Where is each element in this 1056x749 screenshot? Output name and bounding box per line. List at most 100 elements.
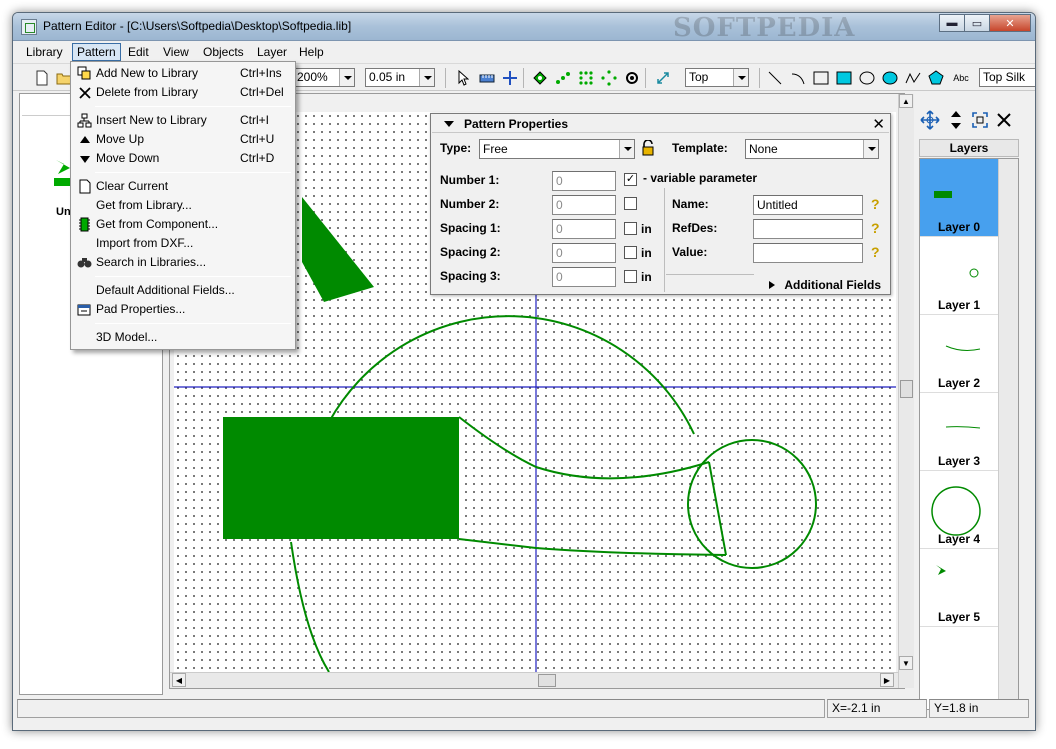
pad-round-icon[interactable]	[623, 69, 641, 87]
menu-library[interactable]: Library	[21, 43, 68, 61]
grid-value: 0.05 in	[369, 70, 406, 84]
number2-input[interactable]: 0	[552, 195, 616, 215]
crosshair-icon[interactable]	[501, 69, 519, 87]
collapse-triangle-icon[interactable]	[444, 121, 454, 127]
number1-input[interactable]: 0	[552, 171, 616, 191]
menu-item-get-from-library[interactable]: Get from Library...	[73, 196, 293, 215]
menu-item-pad-properties[interactable]: Pad Properties...	[73, 300, 293, 319]
scroll-right-icon[interactable]: ▶	[880, 673, 894, 687]
blank-page-icon	[77, 179, 92, 194]
maximize-button[interactable]: ▭	[964, 14, 990, 32]
spacing1-inch-checkbox[interactable]	[624, 222, 637, 235]
spacing1-input[interactable]: 0	[552, 219, 616, 239]
layer-item-3[interactable]: Layer 3	[920, 393, 998, 471]
upper-curve	[458, 416, 710, 480]
scroll-left-icon[interactable]: ◀	[172, 673, 186, 687]
close-icon: ✕	[1005, 17, 1015, 30]
menu-objects[interactable]: Objects	[198, 43, 249, 61]
spacing3-input[interactable]: 0	[552, 267, 616, 287]
template-label: Template:	[672, 141, 728, 155]
menu-edit[interactable]: Edit	[123, 43, 154, 61]
layer-select[interactable]: Top Silk	[979, 68, 1035, 87]
type-select[interactable]: Free	[479, 139, 635, 159]
binoculars-icon	[77, 255, 92, 270]
menu-item-clear-current[interactable]: Clear Current	[73, 177, 293, 196]
ellipse-tool-icon[interactable]	[858, 69, 876, 87]
name-input[interactable]: Untitled	[753, 195, 863, 215]
close-layers-icon[interactable]	[993, 109, 1015, 131]
name-help-icon[interactable]: ?	[871, 196, 880, 212]
polygon-tool-icon[interactable]	[927, 69, 945, 87]
menu-item-3d-model[interactable]: 3D Model...	[73, 328, 293, 347]
menu-item-import-from-dxf[interactable]: Import from DXF...	[73, 234, 293, 253]
menu-pattern[interactable]: Pattern	[72, 43, 121, 61]
pad-grid-icon[interactable]	[577, 69, 595, 87]
refdes-help-icon[interactable]: ?	[871, 220, 880, 236]
move-icon[interactable]	[919, 109, 941, 131]
grid-select[interactable]: 0.05 in	[365, 68, 435, 87]
side-value: Top	[689, 70, 709, 84]
close-button[interactable]: ✕	[989, 14, 1031, 32]
menu-layer[interactable]: Layer	[252, 43, 292, 61]
zoom-select[interactable]: 200%	[293, 68, 355, 87]
zoom-value: 200%	[297, 70, 328, 84]
menu-help[interactable]: Help	[294, 43, 329, 61]
pad-circle-icon[interactable]	[600, 69, 618, 87]
polyline-tool-icon[interactable]	[904, 69, 922, 87]
layer-item-2[interactable]: Layer 2	[920, 315, 998, 393]
connector-line	[708, 461, 727, 556]
pad-icon[interactable]	[531, 69, 549, 87]
menu-item-search-in-libraries[interactable]: Search in Libraries...	[73, 253, 293, 272]
layer-2-label: Layer 2	[937, 376, 981, 390]
menu-item-default-additional-fields[interactable]: Default Additional Fields...	[73, 281, 293, 300]
scroll-up-icon[interactable]: ▲	[899, 94, 913, 108]
resize-diagonal-icon[interactable]	[654, 69, 672, 87]
variable-parameter-checkbox[interactable]: ✓	[624, 173, 637, 186]
pad-line-icon[interactable]	[554, 69, 572, 87]
spacing2-input[interactable]: 0	[552, 243, 616, 263]
text-tool-icon[interactable]: Abc	[950, 69, 972, 87]
layer-item-0[interactable]: Layer 0	[920, 159, 998, 237]
layer-item-1[interactable]: Layer 1	[920, 237, 998, 315]
menu-item-delete-from-library[interactable]: Delete from Library Ctrl+Del	[73, 83, 293, 102]
title-bar: Pattern Editor - [C:\Users\Softpedia\Des…	[13, 13, 1035, 43]
horizontal-scrollbar[interactable]: ◀ ▶	[170, 672, 898, 688]
close-properties-icon[interactable]: ✕	[872, 115, 885, 133]
lock-icon[interactable]	[641, 139, 655, 159]
layer-item-4[interactable]: Layer 4	[920, 471, 998, 549]
menu-bar: Library Pattern Edit View Objects Layer …	[13, 42, 1035, 62]
number2-checkbox[interactable]	[624, 197, 637, 210]
arc-tool-icon[interactable]	[789, 69, 807, 87]
library-item-label[interactable]: Un	[56, 206, 71, 218]
menu-view[interactable]: View	[158, 43, 194, 61]
horizontal-scroll-thumb[interactable]	[538, 674, 556, 687]
spacing3-inch-checkbox[interactable]	[624, 270, 637, 283]
side-select[interactable]: Top	[685, 68, 749, 87]
value-input[interactable]	[753, 243, 863, 263]
menu-item-get-from-component[interactable]: Get from Component...	[73, 215, 293, 234]
spacing2-inch-checkbox[interactable]	[624, 246, 637, 259]
minimize-button[interactable]: ▬	[939, 14, 965, 32]
menu-item-add-new-to-library[interactable]: Add New to Library Ctrl+Ins	[73, 64, 293, 83]
value-help-icon[interactable]: ?	[871, 244, 880, 260]
rect-tool-icon[interactable]	[812, 69, 830, 87]
layers-scrollbar[interactable]	[998, 159, 1018, 709]
filled-rect-tool-icon[interactable]	[835, 69, 853, 87]
filled-ellipse-tool-icon[interactable]	[881, 69, 899, 87]
pattern-properties-panel: Pattern Properties ✕ Type: Free Template…	[430, 113, 891, 295]
up-down-icon[interactable]	[945, 109, 967, 131]
refdes-input[interactable]	[753, 219, 863, 239]
pointer-icon[interactable]	[454, 69, 472, 87]
measure-icon[interactable]	[478, 69, 496, 87]
status-message	[17, 699, 825, 718]
menu-item-move-up[interactable]: Move Up Ctrl+U	[73, 130, 293, 149]
template-select[interactable]: None	[745, 139, 879, 159]
line-tool-icon[interactable]	[766, 69, 784, 87]
additional-fields-toggle[interactable]: Additional Fields	[767, 278, 881, 293]
layer-item-5[interactable]: Layer 5	[920, 549, 998, 627]
fit-icon[interactable]	[969, 109, 991, 131]
new-file-icon[interactable]	[33, 69, 51, 87]
menu-item-insert-new-to-library[interactable]: Insert New to Library Ctrl+I	[73, 111, 293, 130]
pattern-properties-header[interactable]: Pattern Properties ✕	[432, 115, 889, 133]
menu-item-move-down[interactable]: Move Down Ctrl+D	[73, 149, 293, 168]
